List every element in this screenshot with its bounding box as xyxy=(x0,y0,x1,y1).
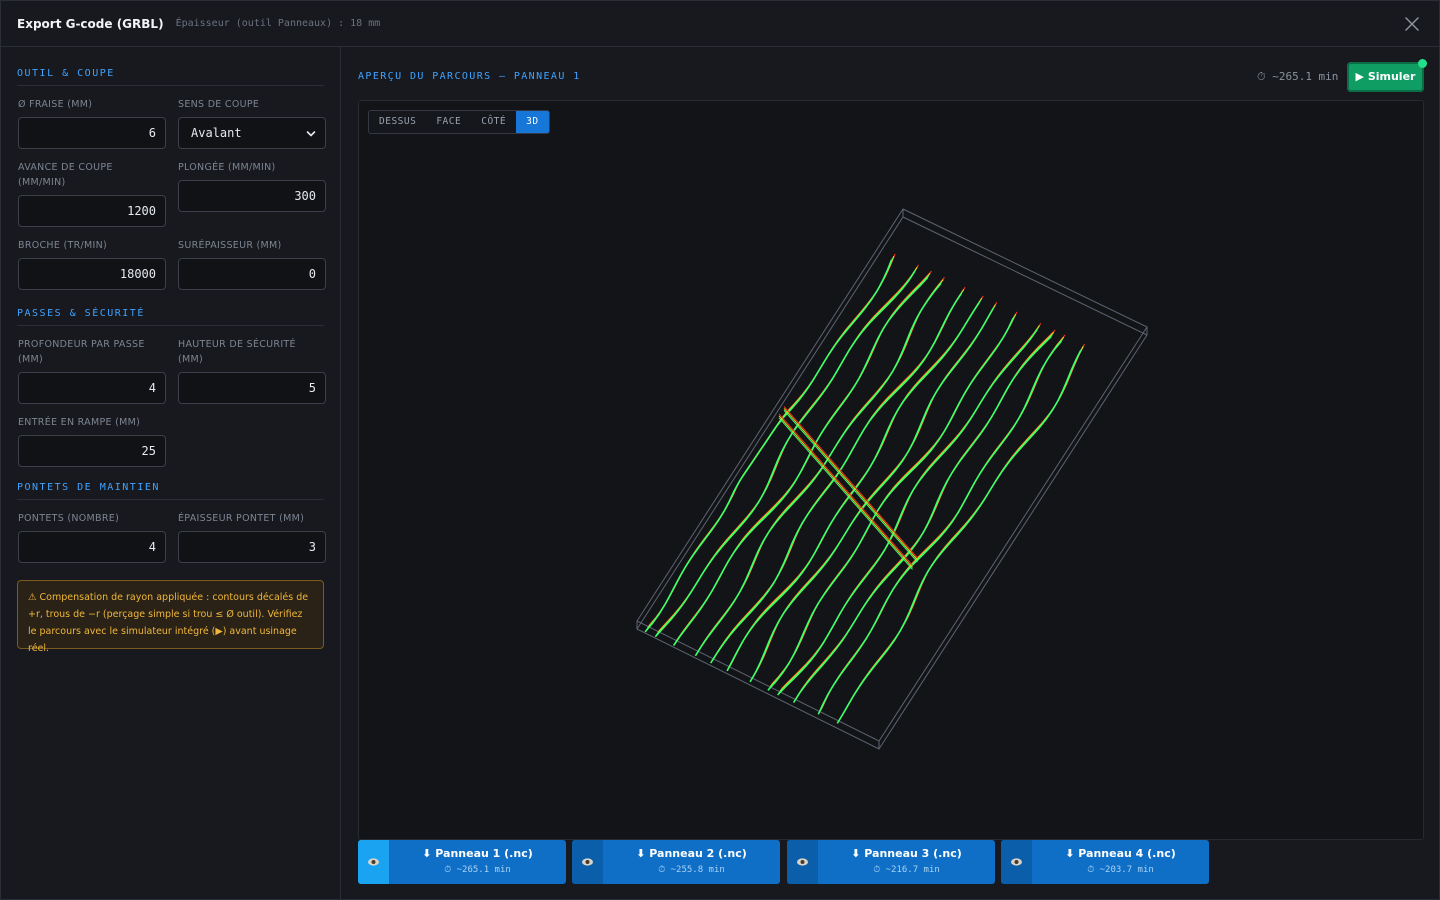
dialog-subtitle: Épaisseur (outil Panneaux) : 18 mm xyxy=(175,18,381,29)
eye-icon[interactable] xyxy=(787,840,818,884)
dialog-title: Export G-code (GRBL) xyxy=(17,16,164,31)
download-time: ⏱ ~216.7 min xyxy=(873,865,940,875)
depth-input[interactable]: 4 xyxy=(18,372,166,404)
feed-input[interactable]: 1200 xyxy=(18,195,166,227)
label-stock: SURÉPAISSEUR (MM) xyxy=(178,240,282,251)
label-plunge: PLONGÉE (MM/MIN) xyxy=(178,162,276,173)
download-label: ⬇ Panneau 3 (.nc) xyxy=(851,847,962,860)
divider xyxy=(17,85,324,86)
stock-input[interactable]: 0 xyxy=(178,258,326,290)
toolpath-line xyxy=(778,327,1039,694)
eye-icon[interactable] xyxy=(1001,840,1032,884)
download-label: ⬇ Panneau 1 (.nc) xyxy=(422,847,533,860)
plunge-input[interactable]: 300 xyxy=(178,180,326,212)
download-time: ⏱ ~265.1 min xyxy=(444,865,511,875)
toolpath-3d-render xyxy=(636,208,1148,750)
estimated-time: ⏱ ~265.1 min xyxy=(1257,70,1339,83)
eye-icon[interactable] xyxy=(358,840,389,884)
label-depth: PROFONDEUR PAR PASSE (MM) xyxy=(18,339,145,365)
toolpath-line xyxy=(695,281,943,655)
status-dot xyxy=(1418,59,1427,68)
toolpath-line xyxy=(795,331,1055,699)
label-diameter: Ø FRAISE (MM) xyxy=(18,99,93,110)
toolpath-line xyxy=(780,322,1042,690)
toolpath-viewport[interactable]: DESSUS FACE CÔTÉ 3D xyxy=(358,100,1424,840)
download-time: ⏱ ~203.7 min xyxy=(1087,865,1154,875)
ramp-input[interactable]: 25 xyxy=(18,435,166,467)
section-title-tabs: PONTETS DE MAINTIEN xyxy=(17,482,160,493)
toolpaths xyxy=(644,253,1086,724)
toolpath-line xyxy=(836,349,1082,724)
preview-title: APERÇU DU PARCOURS — PANNEAU 1 xyxy=(358,71,581,82)
label-tab-thickness: ÉPAISSEUR PONTET (MM) xyxy=(178,513,305,524)
warning-box: ⚠ Compensation de rayon appliquée : cont… xyxy=(17,580,324,654)
diameter-input[interactable]: 6 xyxy=(18,117,166,149)
safe-height-input[interactable]: 5 xyxy=(178,372,326,404)
spindle-input[interactable]: 18000 xyxy=(18,258,166,290)
download-panel-1[interactable]: ⬇ Panneau 1 (.nc) ⏱ ~265.1 min xyxy=(358,840,566,884)
toolpath-line xyxy=(794,334,1053,702)
toolpath-line xyxy=(821,334,1066,709)
chevron-down-icon xyxy=(306,131,316,137)
toolpath-line xyxy=(654,270,916,638)
toolpath-line xyxy=(820,336,1065,711)
toolpath-line xyxy=(779,325,1040,692)
label-tab-count: PONTETS (NOMBRE) xyxy=(18,513,120,524)
toolpath-line xyxy=(796,329,1056,697)
simulate-button[interactable]: ▶ Simuler xyxy=(1347,62,1424,92)
close-icon[interactable] xyxy=(1403,15,1421,33)
dialog-header: Export G-code (GRBL) Épaisseur (outil Pa… xyxy=(1,1,1439,47)
label-safe-height: HAUTEUR DE SÉCURITÉ (MM) xyxy=(178,339,296,365)
download-panel-2[interactable]: ⬇ Panneau 2 (.nc) ⏱ ~255.8 min xyxy=(572,840,780,884)
direction-value: Avalant xyxy=(191,126,242,140)
label-spindle: BROCHE (TR/MIN) xyxy=(18,240,108,251)
label-ramp: ENTRÉE EN RAMPE (MM) xyxy=(18,417,141,428)
direction-select[interactable]: Avalant xyxy=(178,117,326,149)
toolpath-line xyxy=(697,279,944,653)
label-feed: AVANCE DE COUPE (MM/MIN) xyxy=(18,162,113,188)
toolpath-line xyxy=(792,335,1052,704)
toolpath-line xyxy=(818,338,1063,713)
tab-count-input[interactable]: 4 xyxy=(18,531,166,563)
toolpath-line xyxy=(694,283,942,657)
tab-thickness-input[interactable]: 3 xyxy=(178,531,326,563)
toolpath-seam xyxy=(778,417,913,570)
section-title-passes: PASSES & SÉCURITÉ xyxy=(17,308,145,319)
divider xyxy=(17,325,324,326)
export-dialog: Export G-code (GRBL) Épaisseur (outil Pa… xyxy=(0,0,1440,900)
download-label: ⬇ Panneau 4 (.nc) xyxy=(1065,847,1176,860)
download-panel-4[interactable]: ⬇ Panneau 4 (.nc) ⏱ ~203.7 min xyxy=(1001,840,1209,884)
label-direction: SENS DE COUPE xyxy=(178,99,260,110)
toolpath-line xyxy=(817,340,1063,715)
stock-box xyxy=(636,208,1148,750)
toolpath-line xyxy=(777,329,1038,696)
toolpath-line xyxy=(655,269,917,636)
toolpath-line xyxy=(698,277,945,650)
section-title-tool: OUTIL & COUPE xyxy=(17,68,115,79)
download-time: ⏱ ~255.8 min xyxy=(658,865,725,875)
eye-icon[interactable] xyxy=(572,840,603,884)
download-label: ⬇ Panneau 2 (.nc) xyxy=(636,847,747,860)
divider xyxy=(17,499,324,500)
download-panel-3[interactable]: ⬇ Panneau 3 (.nc) ⏱ ~216.7 min xyxy=(787,840,995,884)
